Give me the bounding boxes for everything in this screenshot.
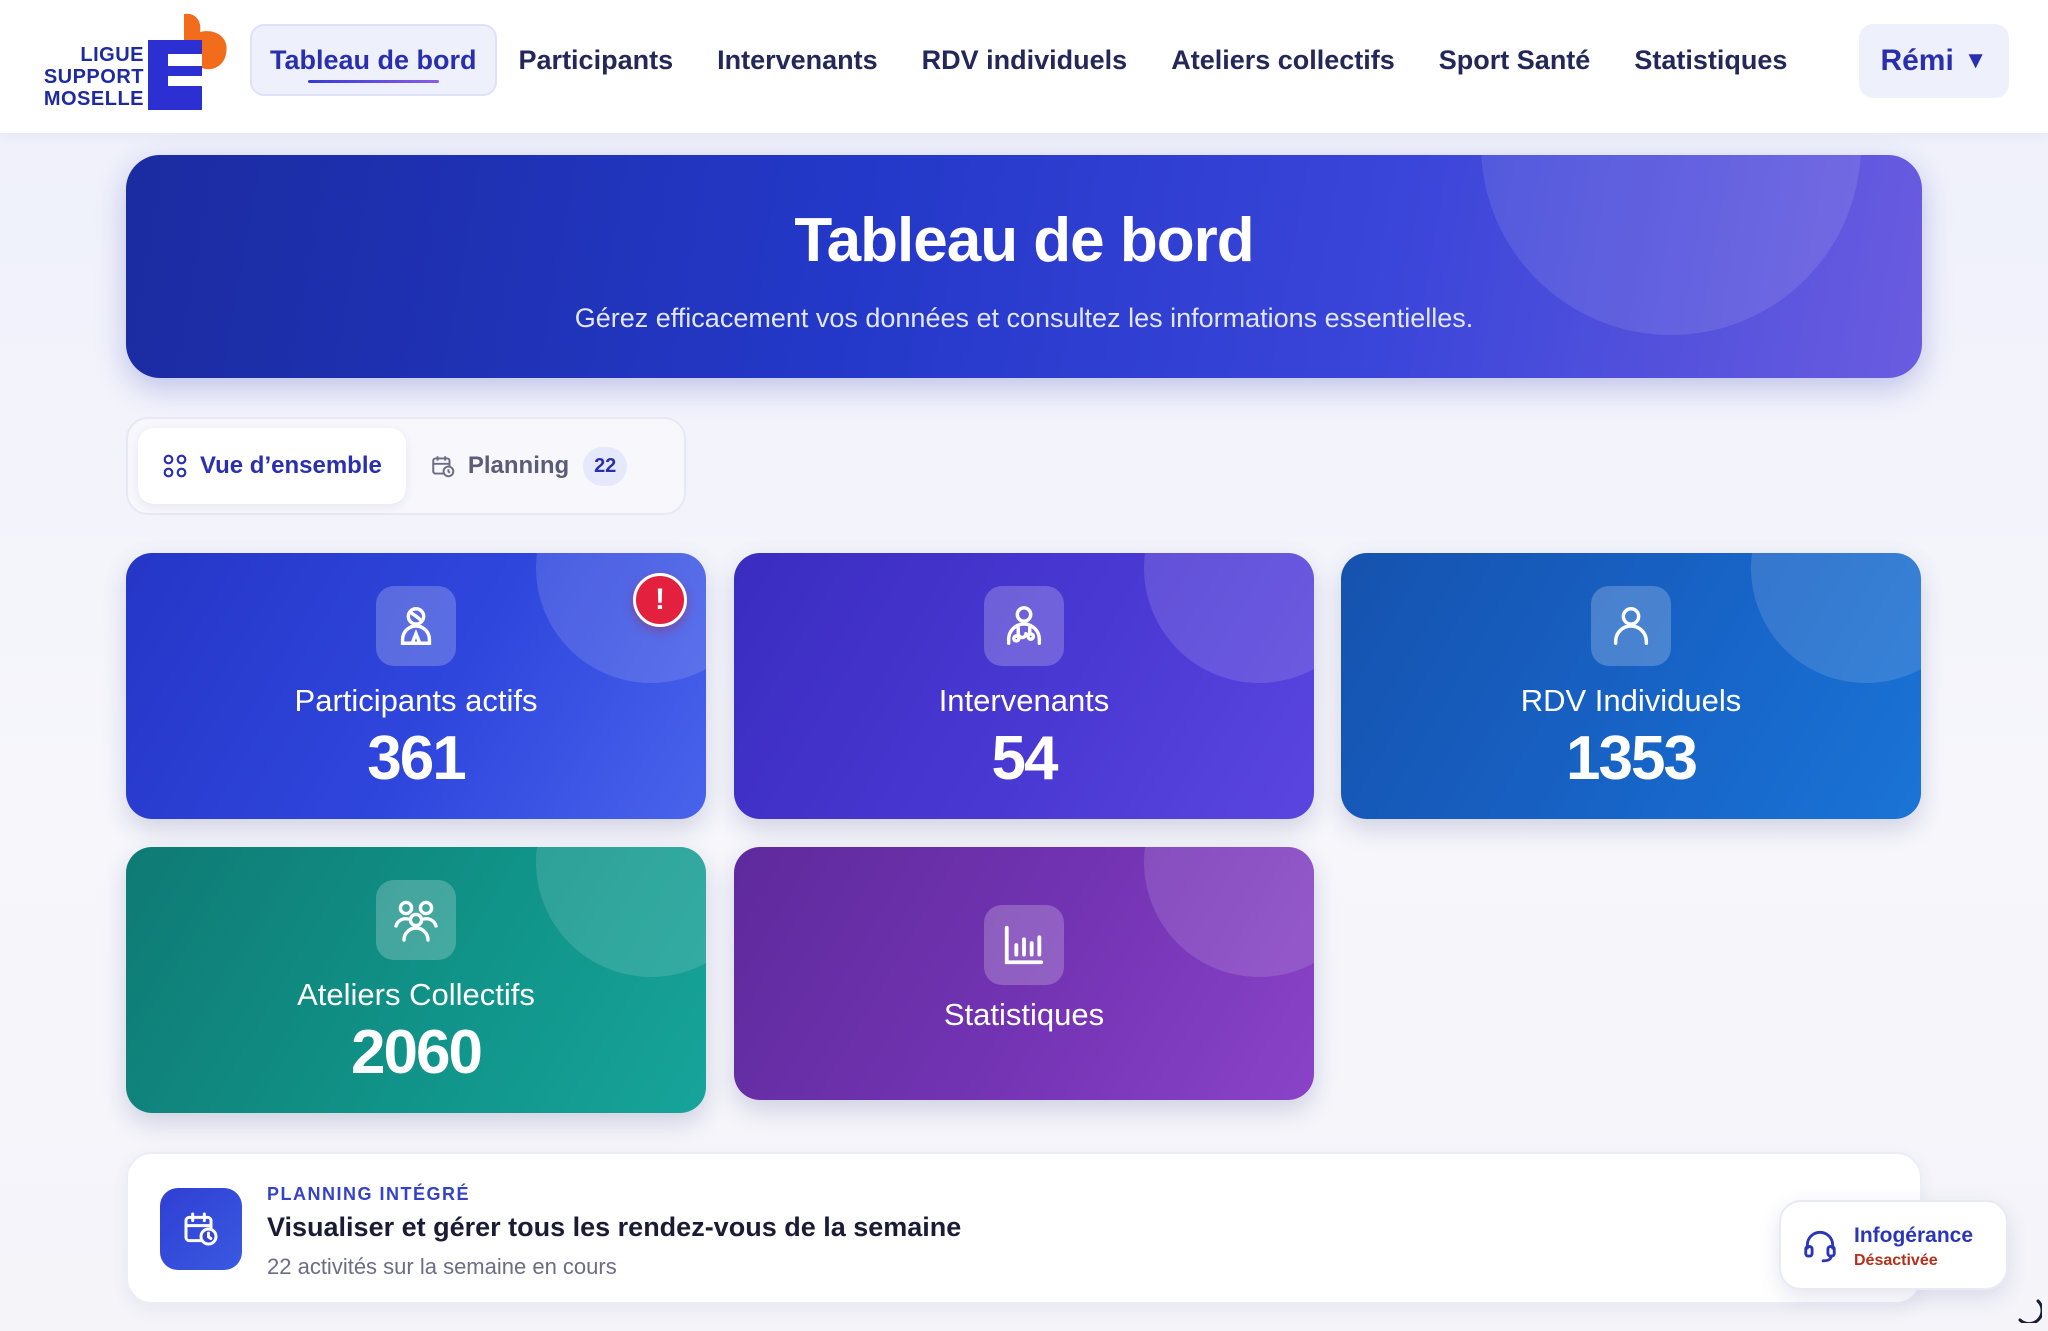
grid-icon (163, 454, 187, 478)
card-label: RDV Individuels (1520, 683, 1742, 718)
card-icon-box (1591, 586, 1671, 666)
card-label: Statistiques (943, 997, 1105, 1032)
planning-title: Visualiser et gérer tous les rendez-vous… (267, 1212, 962, 1242)
card-label: Intervenants (938, 683, 1110, 718)
card-decoration (1144, 553, 1314, 683)
card-icon-box (984, 586, 1064, 666)
hero-banner: Tableau de bord Gérez efficacement vos d… (126, 155, 1922, 378)
user-ribbon-icon (400, 607, 432, 645)
main-nav: Tableau de bord Participants Intervenant… (250, 24, 1809, 96)
infogerance-status: Désactivée (1854, 1252, 1938, 1269)
logo-mark-icon (148, 13, 227, 110)
card-label: Ateliers Collectifs (297, 977, 535, 1012)
card-icon-box (376, 586, 456, 666)
stethoscope-user-icon (1006, 606, 1042, 645)
loading-spinner-icon (2018, 1299, 2042, 1323)
card-statistiques[interactable]: Statistiques (734, 847, 1314, 1100)
user-icon (1613, 607, 1649, 645)
nav-item-tableau-de-bord[interactable]: Tableau de bord (250, 24, 497, 96)
view-tabs: Vue d’ensemble Planning 22 (126, 417, 686, 515)
card-value: 1353 (1566, 724, 1698, 793)
nav-item-intervenants[interactable]: Intervenants (695, 24, 900, 96)
card-icon-box (984, 905, 1064, 985)
card-value: 54 (991, 724, 1059, 793)
page-title: Tableau de bord (794, 206, 1254, 275)
planning-count-badge: 22 (583, 446, 628, 486)
card-decoration (536, 553, 706, 683)
page-subtitle: Gérez efficacement vos données et consul… (574, 303, 1474, 333)
nav-item-ateliers-collectifs[interactable]: Ateliers collectifs (1149, 24, 1417, 96)
user-name: Rémi (1880, 44, 1954, 77)
nav-item-sport-sante[interactable]: Sport Santé (1417, 24, 1613, 96)
tab-label: Planning (467, 452, 570, 479)
card-decoration (1751, 553, 1921, 683)
nav-item-rdv-individuels[interactable]: RDV individuels (900, 24, 1150, 96)
nav-item-participants[interactable]: Participants (497, 24, 696, 96)
infogerance-toggle[interactable]: Infogérance Désactivée (1779, 1200, 2008, 1290)
card-ateliers-collectifs[interactable]: Ateliers Collectifs 2060 (126, 847, 706, 1113)
card-rdv-individuels[interactable]: RDV Individuels 1353 (1341, 553, 1921, 819)
card-value: 2060 (351, 1018, 483, 1087)
tab-vue-ensemble[interactable]: Vue d’ensemble (138, 428, 406, 504)
top-navigation-bar: LIGUE SUPPORT MOSELLE Tableau de bord Part… (0, 0, 2048, 133)
planning-kicker: PLANNING INTÉGRÉ (267, 1184, 471, 1204)
alert-badge[interactable]: ! (633, 573, 687, 627)
nav-item-statistiques[interactable]: Statistiques (1612, 24, 1809, 96)
tab-label: Vue d’ensemble (200, 452, 382, 479)
tab-planning[interactable]: Planning 22 (406, 428, 651, 504)
users-group-icon (394, 900, 438, 942)
headset-icon (1804, 1230, 1836, 1263)
chevron-down-icon: ▼ (1963, 47, 1988, 74)
card-icon-box (376, 880, 456, 960)
bar-chart-icon (1004, 925, 1044, 965)
brand-logo[interactable]: LIGUE SUPPORT MOSELLE (38, 10, 243, 110)
card-decoration (536, 847, 706, 977)
logo-text: LIGUE SUPPORT MOSELLE (43, 44, 144, 110)
planning-banner[interactable]: PLANNING INTÉGRÉ Visualiser et gérer tou… (126, 1152, 1922, 1304)
planning-icon-box (160, 1188, 242, 1270)
calendar-clock-icon (184, 1212, 218, 1246)
planning-subtitle: 22 activités sur la semaine en cours (267, 1254, 617, 1279)
calendar-clock-icon (432, 456, 455, 478)
card-participants-actifs[interactable]: Participants actifs 361 (126, 553, 706, 819)
card-value: 361 (367, 724, 466, 793)
infogerance-title: Infogérance (1854, 1224, 1974, 1247)
user-menu-button[interactable]: Rémi ▼ (1859, 24, 2009, 98)
card-decoration (1144, 847, 1314, 977)
card-intervenants[interactable]: Intervenants 54 (734, 553, 1314, 819)
card-label: Participants actifs (294, 683, 538, 718)
